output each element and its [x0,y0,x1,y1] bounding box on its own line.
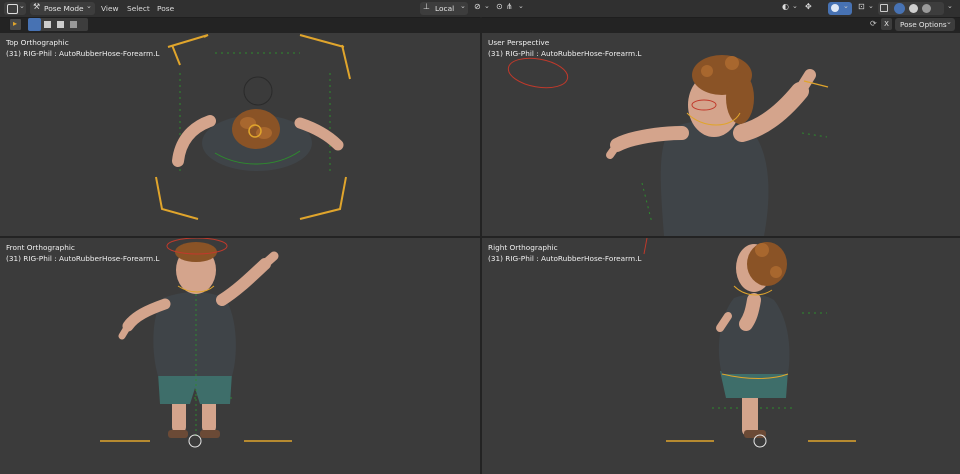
overlay-button[interactable]: ⌄ [828,2,852,15]
gizmo-toggle[interactable]: ✥ [804,2,816,15]
keyframe-icon[interactable]: ⟳ [870,19,877,28]
viewport-subtitle: (31) RIG-Phil : AutoRubberHose-Forearm.L [6,49,160,58]
mode-label: Pose Mode [44,4,84,13]
head-top [232,109,280,149]
mode-dropdown[interactable]: ⚒ Pose Mode ⌄ [30,2,95,15]
viewport-right-orthographic[interactable]: Right Orthographic (31) RIG-Phil : AutoR… [482,238,960,474]
transform-orientation-dropdown[interactable]: ⊥ Local ⌄ [420,2,468,15]
xray-toggle[interactable]: ⊡ ⌄ [856,2,876,15]
viewport-front-orthographic[interactable]: Front Orthographic (31) RIG-Phil : AutoR… [0,238,480,474]
xray-icon: ⊡ [858,2,865,11]
arm-side [739,293,761,331]
select-invert-icon[interactable] [70,21,77,28]
pose-mode-icon: ⚒ [33,2,41,11]
shorts-side [720,371,788,398]
scene-front-view [100,238,292,448]
viewport-subtitle: (31) RIG-Phil : AutoRubberHose-Forearm.L [6,254,160,263]
viewport-subtitle: (31) RIG-Phil : AutoRubberHose-Forearm.L [488,254,642,263]
transform-orientation-label: Local [435,4,455,13]
transform-orientation-icon: ⊥ [423,2,430,11]
chevron-down-icon: ⌄ [946,18,952,26]
proportional-icon: ⋔ [506,2,513,11]
active-tool-button[interactable]: ▸ [9,18,22,31]
menu-pose[interactable]: Pose [157,2,174,15]
scene-right-view [643,238,856,448]
viewport-divider-horizontal[interactable] [0,236,960,238]
chevron-down-icon: ⌄ [868,2,874,10]
scene-top-view [155,34,351,220]
select-subtract-icon[interactable] [57,21,64,28]
visibility-icon: ◐ [782,2,789,11]
chevron-down-icon: ⌄ [518,2,524,10]
chevron-down-icon: ⌄ [792,2,798,10]
snap-button[interactable]: ⊙ ⋔ ⌄ [494,2,526,15]
shading-rendered-icon[interactable] [922,4,931,13]
gizmo-icon: ✥ [805,2,812,11]
pivot-point-button[interactable]: ⊘ ⌄ [472,2,492,15]
viewport-divider-vertical[interactable] [480,17,482,474]
chevron-down-icon: ⌄ [460,2,466,10]
chevron-down-icon: ⌄ [843,2,849,10]
editor-type-button[interactable]: ⌄ [4,2,26,15]
scene-perspective-view [507,55,829,236]
viewport-header: ⌄ ⚒ Pose Mode ⌄ View Select Pose ⊥ Local… [0,0,960,18]
select-mode-group [28,18,88,31]
viewport-title: Top Orthographic [6,38,69,47]
hair-front [175,242,217,262]
visibility-button[interactable]: ◐ ⌄ [780,2,800,15]
viewport-title: User Perspective [488,38,550,47]
chevron-down-icon: ⌄ [484,2,490,10]
shading-solid-icon[interactable] [894,3,905,14]
viewport-user-perspective[interactable]: User Perspective (31) RIG-Phil : AutoRub… [482,33,960,236]
menu-view[interactable]: View [101,2,119,15]
cursor-icon: ▸ [13,19,18,28]
mirror-x-toggle[interactable]: X [881,18,892,30]
menu-select[interactable]: Select [127,2,150,15]
pivot-icon: ⊘ [474,2,481,11]
snap-icon: ⊙ [496,2,503,11]
pose-options-label: Pose Options [900,20,947,29]
chevron-down-icon[interactable]: ⌄ [947,2,953,10]
pose-options-dropdown[interactable]: Pose Options ⌄ [895,18,955,31]
viewport-title: Right Orthographic [488,243,558,252]
select-box-icon[interactable] [28,18,41,31]
shading-material-icon[interactable] [909,4,918,13]
arm-right-front [216,258,271,306]
viewport-subtitle: (31) RIG-Phil : AutoRubberHose-Forearm.L [488,49,642,58]
viewport-top-orthographic[interactable]: Top Orthographic (31) RIG-Phil : AutoRub… [0,33,480,236]
shading-wireframe-icon[interactable] [880,4,888,12]
select-extend-icon[interactable] [44,21,51,28]
viewport-title: Front Orthographic [6,243,75,252]
shading-group [878,2,944,15]
chevron-down-icon: ⌄ [19,2,25,10]
chevron-down-icon: ⌄ [86,2,92,10]
editor-type-icon [7,4,18,14]
shorts-front [158,373,232,404]
overlay-icon [831,4,839,12]
